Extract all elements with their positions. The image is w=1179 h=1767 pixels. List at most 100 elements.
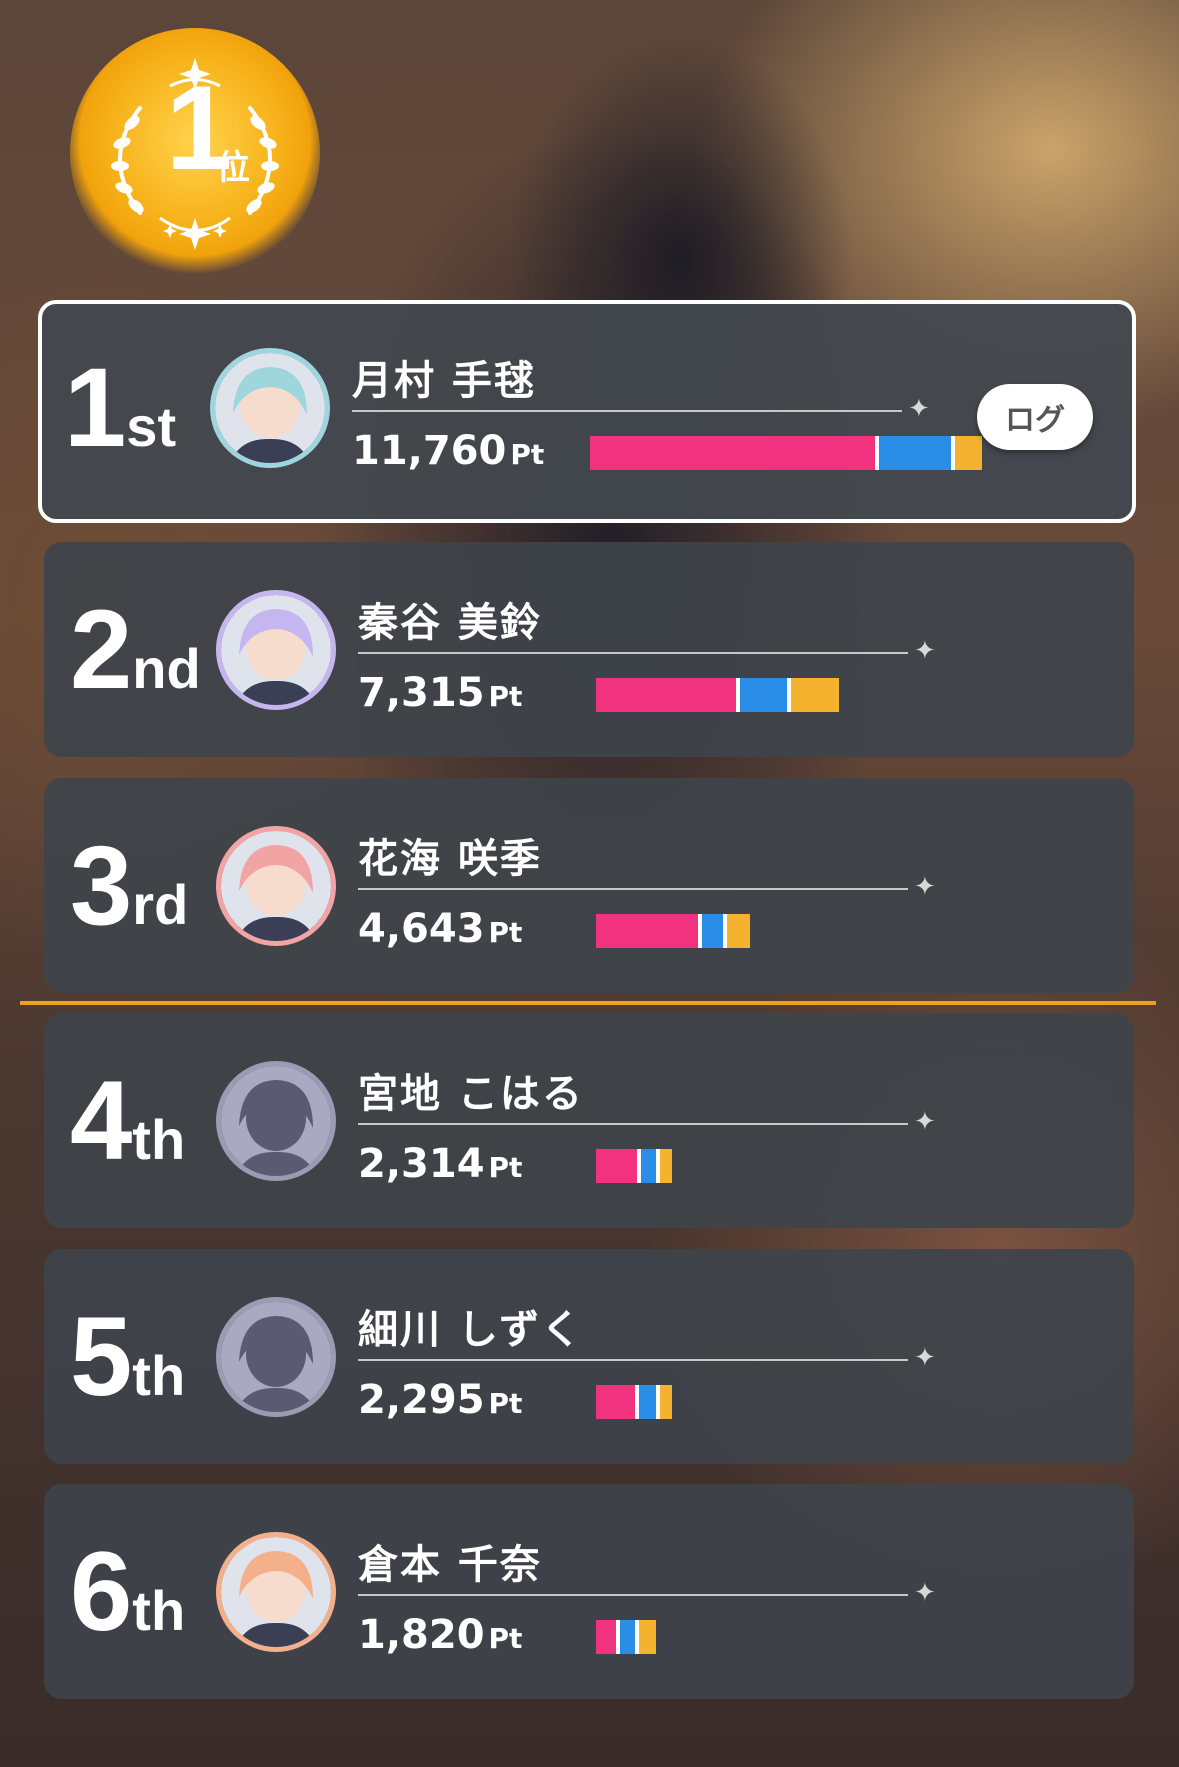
cutoff-line (20, 1001, 1156, 1005)
player-name: 細川 しずく (358, 1307, 584, 1353)
ranking-row: 2nd 秦谷 美鈴 ✦ 7,315 Pt (44, 542, 1134, 757)
score-value: 11,760 (352, 428, 507, 474)
place-suffix: th (132, 1344, 186, 1407)
score-value: 1,820 (358, 1612, 485, 1658)
score-unit: Pt (510, 438, 545, 471)
sparkle-icon: ✦ (914, 872, 936, 902)
score: 7,315 Pt (358, 670, 522, 716)
place-label: 5th (70, 1301, 186, 1413)
rank-suffix: 位 (216, 148, 250, 188)
score: 2,295 Pt (358, 1377, 522, 1423)
character-portrait-icon (221, 831, 331, 941)
score-unit: Pt (488, 1387, 523, 1420)
divider (358, 888, 908, 890)
bar-segment-orange (660, 1149, 672, 1183)
score-value: 7,315 (358, 670, 485, 716)
score-unit: Pt (488, 916, 523, 949)
avatar (216, 826, 336, 946)
bar-segment-blue (639, 1385, 656, 1419)
place-label: 2nd (70, 594, 201, 706)
place-label: 1st (64, 352, 177, 464)
silhouette-icon (221, 1066, 331, 1176)
score-unit: Pt (488, 680, 523, 713)
score-unit: Pt (488, 1151, 523, 1184)
score-bar (596, 914, 750, 948)
place-number: 5 (70, 1294, 133, 1419)
sparkle-icon: ✦ (914, 636, 936, 666)
player-name: 宮地 こはる (358, 1071, 584, 1117)
bar-segment-blue (702, 914, 723, 948)
avatar (216, 1532, 336, 1652)
ranking-row: 4th 宮地 こはる ✦ 2,314 Pt (44, 1013, 1134, 1228)
avatar (210, 348, 330, 468)
score: 2,314 Pt (358, 1141, 522, 1187)
place-suffix: nd (132, 637, 201, 700)
divider (358, 1123, 908, 1125)
character-portrait-icon (221, 595, 331, 705)
character-portrait-icon (221, 1537, 331, 1647)
player-name: 花海 咲季 (358, 836, 542, 882)
bar-segment-pink (596, 1385, 635, 1419)
character-portrait-icon (215, 353, 325, 463)
bar-segment-orange (727, 914, 750, 948)
ranking-row: 5th 細川 しずく ✦ 2,295 Pt (44, 1249, 1134, 1464)
silhouette-icon (221, 1302, 331, 1412)
divider (358, 1359, 908, 1361)
place-number: 1 (64, 345, 127, 470)
sparkle-icon: ✦ (914, 1107, 936, 1137)
bar-segment-orange (660, 1385, 672, 1419)
bar-segment-blue (879, 436, 951, 470)
ranking-row: 1st 月村 手毬 ✦ 11,760 Pt ログ (38, 300, 1136, 523)
bar-segment-blue (620, 1620, 635, 1654)
score-bar (590, 436, 982, 470)
ranking-row: 6th 倉本 千奈 ✦ 1,820 Pt (44, 1484, 1134, 1699)
avatar (216, 590, 336, 710)
divider (352, 410, 902, 412)
place-suffix: rd (132, 873, 189, 936)
score-value: 4,643 (358, 906, 485, 952)
avatar (216, 1061, 336, 1181)
bar-segment-orange (791, 678, 839, 712)
place-label: 4th (70, 1065, 186, 1177)
player-name: 秦谷 美鈴 (358, 600, 542, 646)
bar-segment-pink (596, 914, 698, 948)
score-bar (596, 678, 839, 712)
score: 11,760 Pt (352, 428, 544, 474)
score: 4,643 Pt (358, 906, 522, 952)
score-value: 2,295 (358, 1377, 485, 1423)
log-button[interactable]: ログ (977, 384, 1093, 450)
divider (358, 1594, 908, 1596)
bar-segment-pink (596, 1620, 616, 1654)
bar-segment-blue (740, 678, 787, 712)
place-number: 3 (70, 823, 133, 948)
sparkle-icon: ✦ (914, 1578, 936, 1608)
ranking-row: 3rd 花海 咲季 ✦ 4,643 Pt (44, 778, 1134, 993)
score-bar (596, 1385, 672, 1419)
place-number: 2 (70, 587, 133, 712)
place-number: 6 (70, 1529, 133, 1654)
rank-badge: 1 位 (70, 28, 320, 278)
place-suffix: th (132, 1108, 186, 1171)
place-suffix: th (132, 1579, 186, 1642)
avatar (216, 1297, 336, 1417)
bar-segment-blue (641, 1149, 656, 1183)
score: 1,820 Pt (358, 1612, 522, 1658)
score-bar (596, 1149, 672, 1183)
bar-segment-orange (639, 1620, 656, 1654)
place-label: 6th (70, 1536, 186, 1648)
place-number: 4 (70, 1058, 133, 1183)
bar-segment-pink (590, 436, 875, 470)
place-suffix: st (126, 395, 177, 458)
sparkle-icon: ✦ (914, 1343, 936, 1373)
player-name: 月村 手毬 (352, 358, 536, 404)
bar-segment-pink (596, 678, 736, 712)
player-name: 倉本 千奈 (358, 1542, 542, 1588)
bar-segment-pink (596, 1149, 637, 1183)
score-unit: Pt (488, 1622, 523, 1655)
score-value: 2,314 (358, 1141, 485, 1187)
bar-segment-orange (955, 436, 982, 470)
divider (358, 652, 908, 654)
place-label: 3rd (70, 830, 189, 942)
score-bar (596, 1620, 656, 1654)
sparkle-icon: ✦ (908, 394, 930, 424)
